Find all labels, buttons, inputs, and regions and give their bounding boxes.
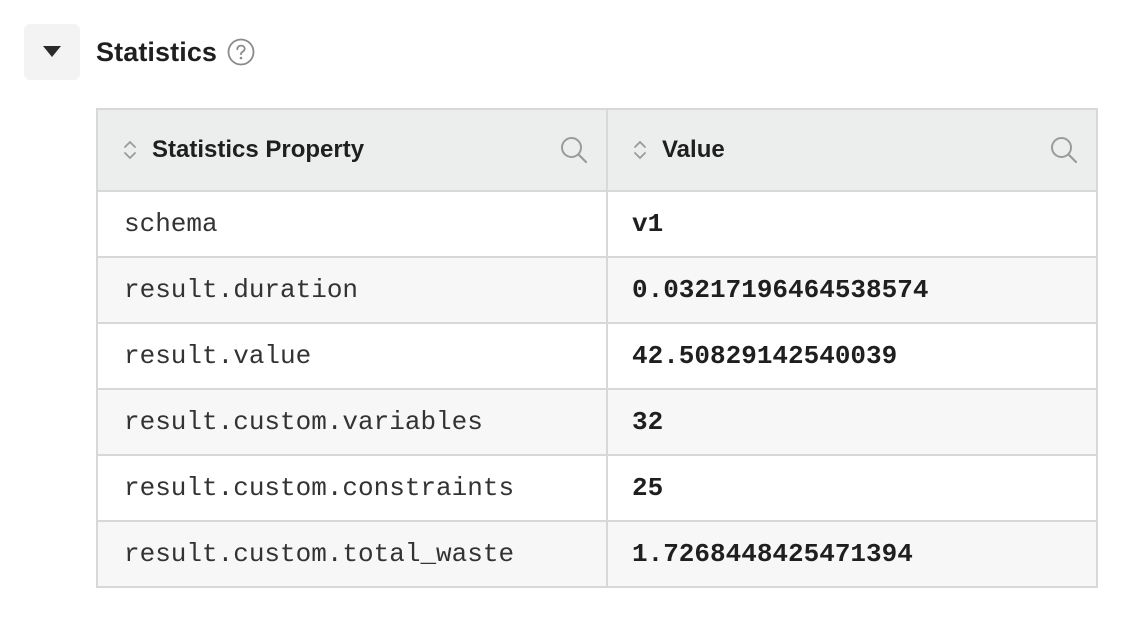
- search-icon[interactable]: [558, 134, 590, 166]
- property-cell: result.duration: [96, 256, 608, 324]
- value-cell: 32: [606, 388, 1098, 456]
- table-row: result.custom.total_waste 1.726844842547…: [96, 520, 1098, 588]
- column-label: Statistics Property: [152, 136, 365, 163]
- value-cell: v1: [606, 190, 1098, 258]
- caret-down-icon: [43, 46, 61, 57]
- property-cell: result.custom.total_waste: [96, 520, 608, 588]
- column-header-statistics-property[interactable]: Statistics Property: [96, 108, 608, 192]
- value-cell: 0.03217196464538574: [606, 256, 1098, 324]
- question-circle-icon[interactable]: [227, 38, 255, 66]
- search-icon[interactable]: [1048, 134, 1080, 166]
- table-row: result.custom.constraints 25: [96, 454, 1098, 522]
- table-row: result.value 42.50829142540039: [96, 322, 1098, 390]
- table-row: result.custom.variables 32: [96, 388, 1098, 456]
- property-cell: result.custom.constraints: [96, 454, 608, 522]
- statistics-table: Statistics Property Value schema v1 resu…: [96, 108, 1098, 588]
- sort-updown-icon[interactable]: [122, 137, 138, 163]
- sort-updown-icon[interactable]: [632, 137, 648, 163]
- column-label: Value: [662, 136, 725, 163]
- property-cell: result.custom.variables: [96, 388, 608, 456]
- value-cell: 42.50829142540039: [606, 322, 1098, 390]
- table-row: result.duration 0.03217196464538574: [96, 256, 1098, 324]
- property-cell: result.value: [96, 322, 608, 390]
- collapse-toggle-button[interactable]: [24, 24, 80, 80]
- table-row: schema v1: [96, 190, 1098, 258]
- statistics-section-header: Statistics: [24, 24, 255, 80]
- value-cell: 25: [606, 454, 1098, 522]
- column-header-value[interactable]: Value: [606, 108, 1098, 192]
- property-cell: schema: [96, 190, 608, 258]
- table-header-row: Statistics Property Value: [96, 108, 1098, 192]
- value-cell: 1.7268448425471394: [606, 520, 1098, 588]
- section-title: Statistics: [96, 36, 218, 67]
